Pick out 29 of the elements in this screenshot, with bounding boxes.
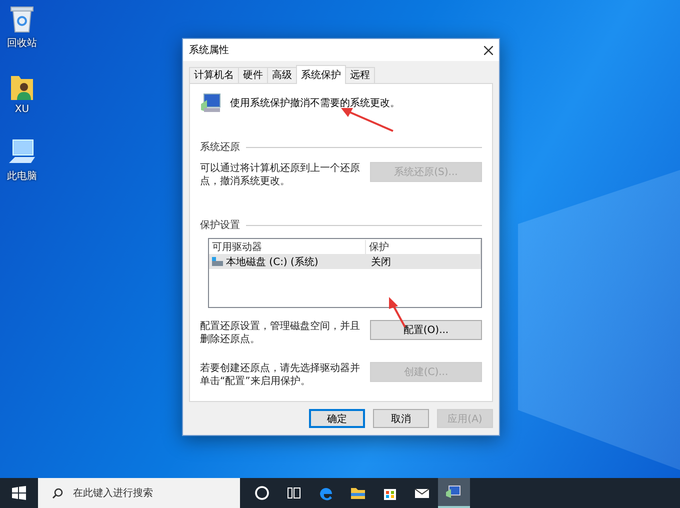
drive-name: 本地磁盘 (C:) (系统): [226, 256, 318, 268]
protection-status: 关闭: [370, 256, 391, 268]
restore-description: 可以通过将计算机还原到上一个还原点，撤消系统更改。: [200, 162, 360, 188]
recycle-bin-icon[interactable]: [8, 4, 36, 34]
search-icon: [52, 488, 63, 498]
desktop-icon-label: 回收站: [7, 36, 37, 50]
dialog-button[interactable]: 确定: [309, 409, 365, 428]
dialog-button[interactable]: 取消: [373, 409, 429, 428]
description-text: 使用系统保护撤消不需要的系统更改。: [230, 96, 400, 110]
desktop-icon-label: 此电脑: [7, 170, 37, 183]
drive-row[interactable]: 本地磁盘 (C:) (系统) 关闭: [209, 254, 481, 269]
window-title: 系统属性: [189, 44, 229, 57]
configure-description: 配置还原设置，管理磁盘空间，并且删除还原点。: [200, 320, 360, 346]
tab[interactable]: 系统保护: [296, 65, 346, 84]
configure-button[interactable]: 配置(O)...: [370, 320, 482, 340]
windows-logo-icon[interactable]: [12, 486, 26, 500]
computer-shield-icon: [445, 483, 463, 501]
section-title: 保护设置: [200, 218, 240, 232]
search-field[interactable]: 在此键入进行搜索: [71, 486, 235, 500]
computer-shield-icon: [200, 92, 222, 114]
section-title: 系统还原: [200, 140, 240, 154]
desktop-icon-label: XU: [14, 104, 30, 115]
create-description: 若要创建还原点，请先选择驱动器并单击“配置”来启用保护。: [200, 362, 360, 388]
circle-icon: [253, 484, 271, 502]
close-icon[interactable]: [484, 46, 493, 54]
tab[interactable]: 计算机名: [189, 67, 239, 83]
tab[interactable]: 远程: [345, 67, 375, 83]
drive-icon: [212, 257, 223, 266]
search-bar[interactable]: 在此键入进行搜索: [38, 478, 240, 508]
